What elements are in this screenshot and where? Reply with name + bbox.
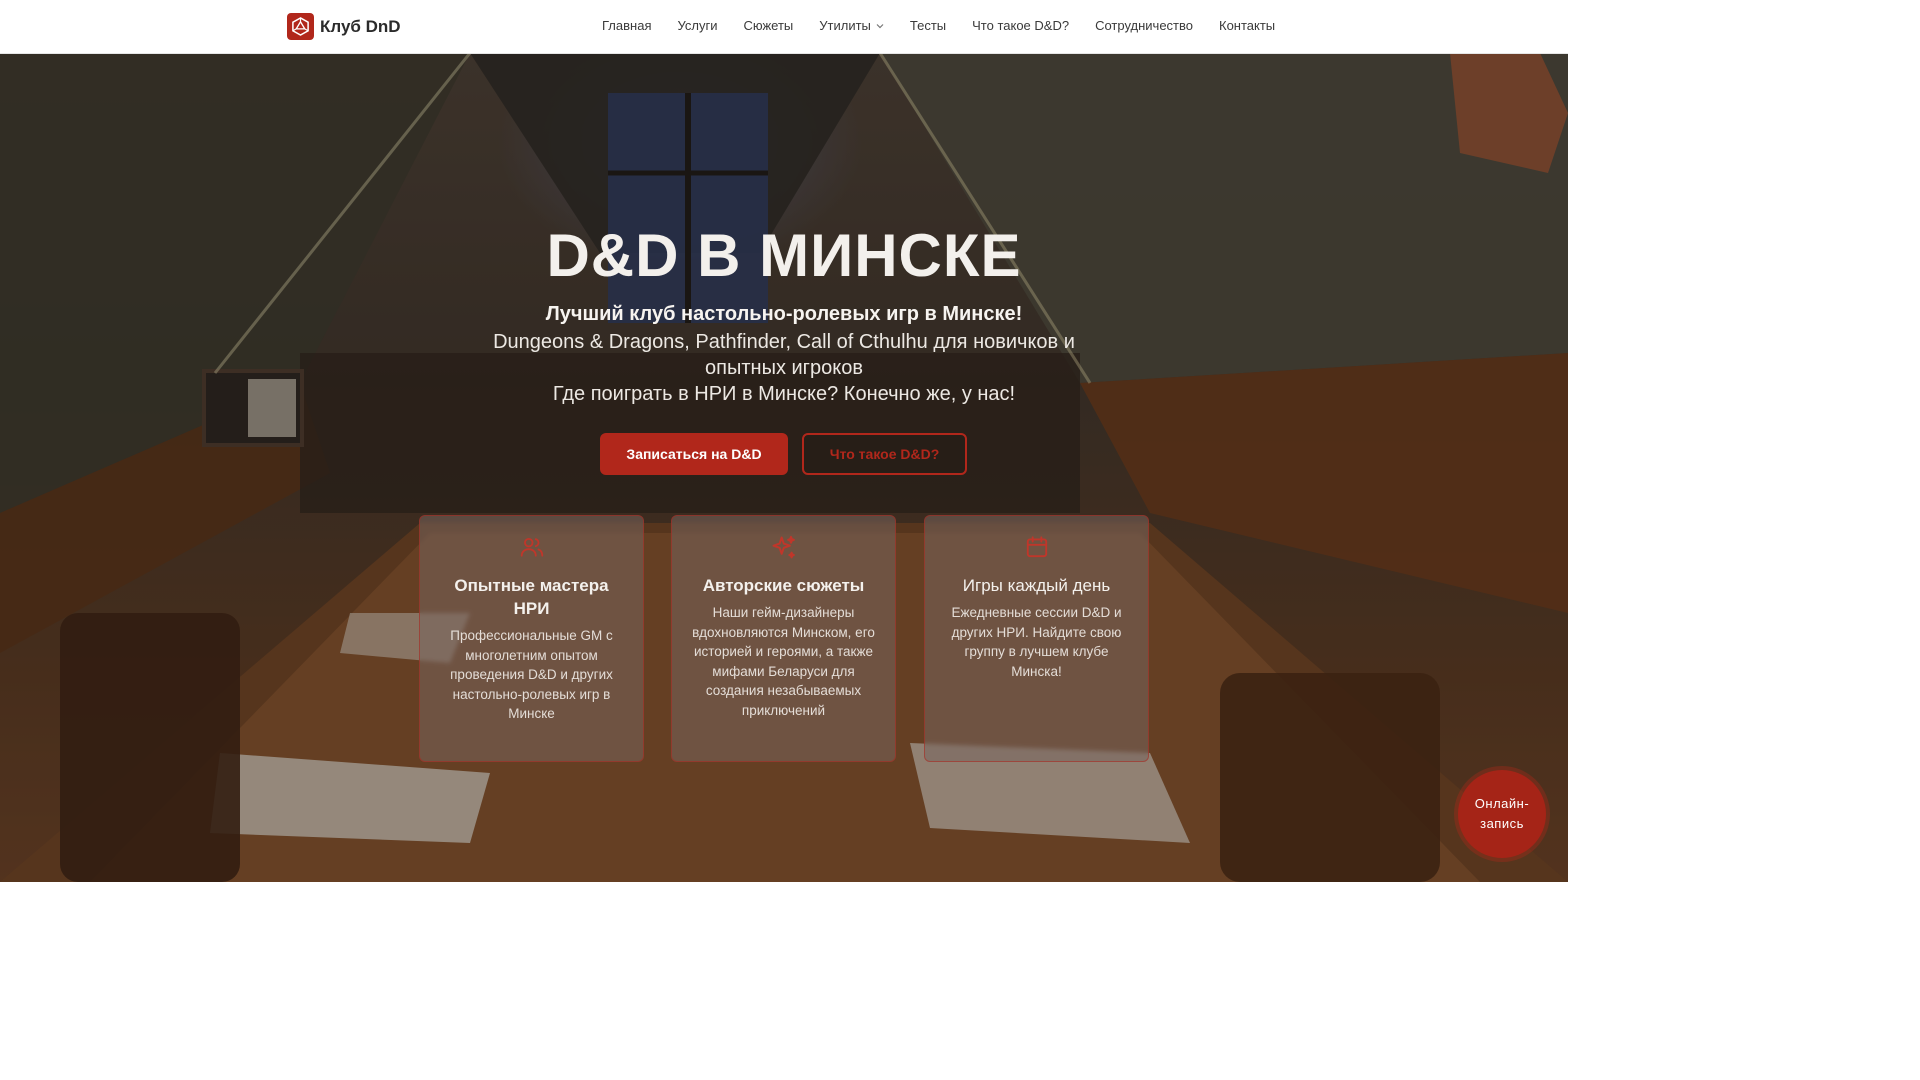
nav-item-tests[interactable]: Тесты [910,18,946,33]
users-icon [438,534,625,564]
online-booking-line2: запись [1480,816,1524,831]
nav-item-cooperation[interactable]: Сотрудничество [1095,18,1193,33]
feature-title: Авторские сюжеты [702,576,865,595]
nav-item-home[interactable]: Главная [602,18,651,33]
online-booking-line1: Онлайн- [1474,796,1530,811]
feature-card-masters: Опытные мастера НРИ Профессиональные GM … [419,515,644,762]
signup-dnd-button[interactable]: Записаться на D&D [600,433,788,475]
hero-subtitle: Лучший клуб настольно-ролевых игр в Минс… [545,303,1023,325]
hero-description-block: Dungeons & Dragons, Pathfinder, Call of … [464,329,1104,407]
nav-item-what-is-dnd[interactable]: Что такое D&D? [972,18,1069,33]
main-nav: Главная Услуги Сюжеты Утилиты Тесты Что … [602,18,1275,33]
nav-item-contacts[interactable]: Контакты [1219,18,1275,33]
feature-text: Ежедневные сессии D&D и других НРИ. Найд… [951,605,1122,679]
site-logo[interactable]: Клуб DnD [287,13,401,40]
nav-item-utilities[interactable]: Утилиты [819,18,884,33]
feature-card-stories: Авторские сюжеты Наши гейм-дизайнеры вдо… [671,515,896,762]
feature-text: Наши гейм-дизайнеры вдохновляются Минско… [692,605,875,718]
online-booking-button[interactable]: Онлайн- запись [1458,770,1546,858]
hero-section: D&D В МИНСКЕ Лучший клуб настольно-ролев… [0,53,1568,882]
hero-title: D&D В МИНСКЕ [546,222,1022,289]
nav-item-stories[interactable]: Сюжеты [743,18,793,33]
calendar-icon [943,534,1130,564]
what-is-dnd-button[interactable]: Что такое D&D? [802,433,967,475]
feature-text: Профессиональные GM с многолетним опытом… [450,628,613,722]
site-name: Клуб DnD [320,16,401,36]
site-header: Клуб DnD Главная Услуги Сюжеты Утилиты Т… [0,0,1568,54]
nav-item-services[interactable]: Услуги [677,18,717,33]
nav-item-utilities-label: Утилиты [819,18,871,33]
feature-title: Игры каждый день [962,576,1111,595]
feature-card-daily-games: Игры каждый день Ежедневные сессии D&D и… [924,515,1149,762]
feature-title: Опытные мастера НРИ [454,576,609,618]
sparkles-icon [690,534,877,564]
chevron-down-icon [876,23,884,29]
hero-description: Dungeons & Dragons, Pathfinder, Call of … [493,331,1075,379]
d20-logo-icon [287,13,314,40]
hero-question: Где поиграть в НРИ в Минске? Конечно же,… [552,383,1016,405]
